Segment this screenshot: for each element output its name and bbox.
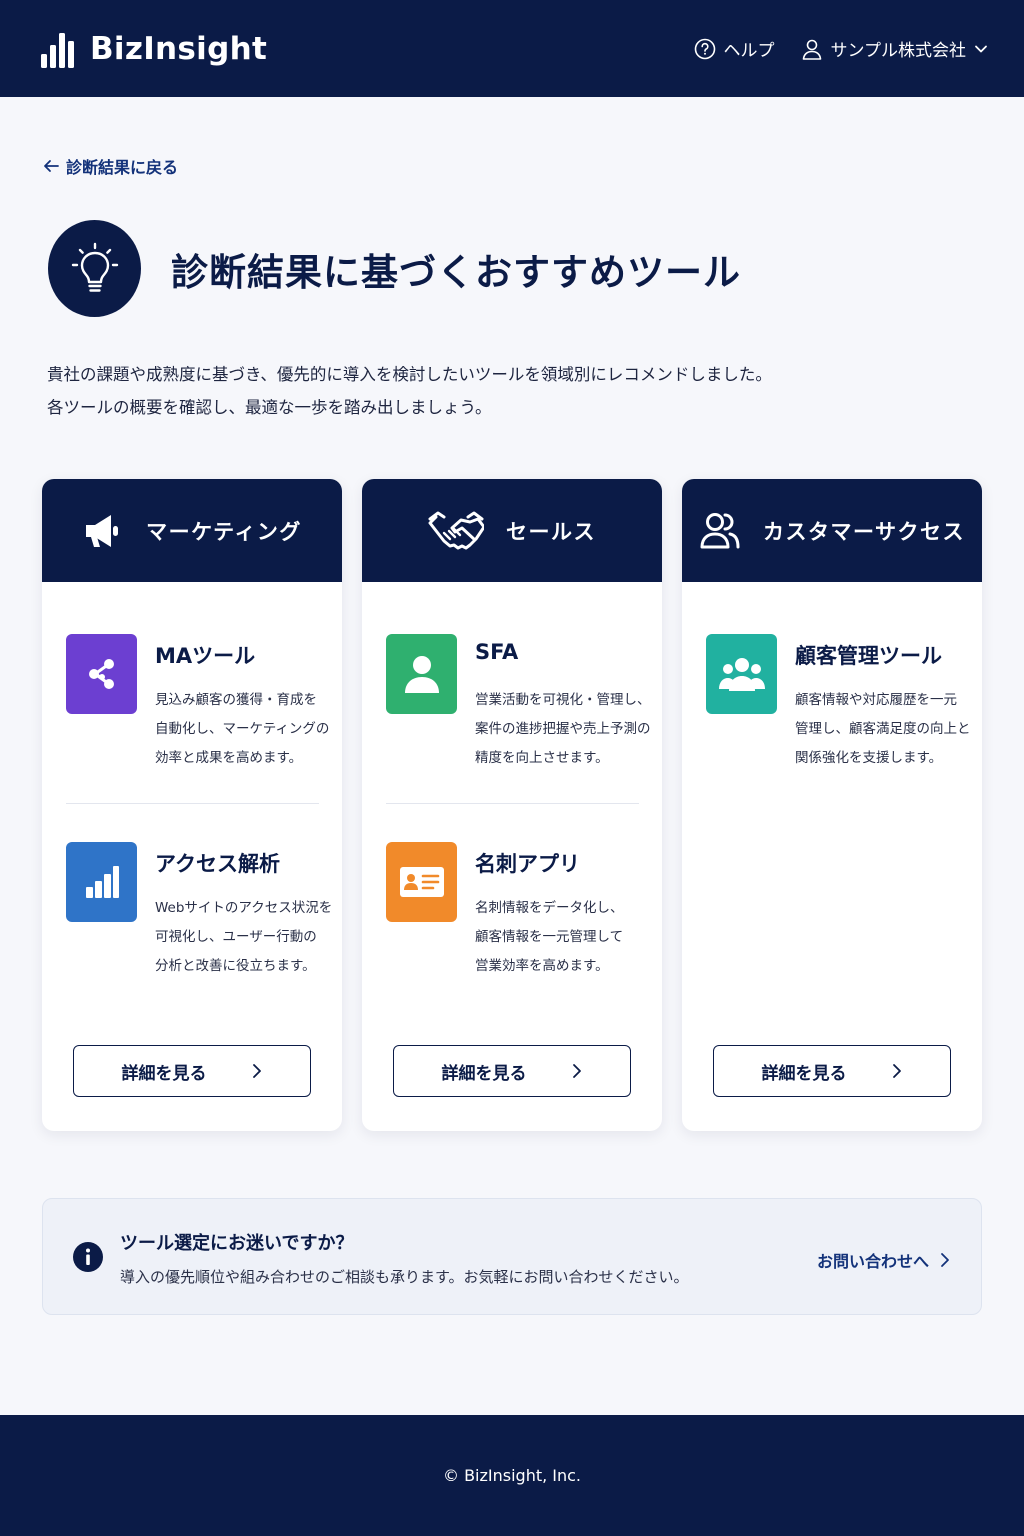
person-icon xyxy=(386,634,457,714)
account-label: サンプル株式会社 xyxy=(830,41,967,61)
contact-link-label: お問い合わせへ xyxy=(816,1252,929,1271)
intro-text: 貴社の課題や成熟度に基づき、優先的に導入を検討したいツールを領域別にレコメンドし… xyxy=(47,358,772,424)
group-icon xyxy=(706,634,777,714)
bar-chart-logo-icon xyxy=(41,32,74,68)
back-to-results-link[interactable]: 診断結果に戻る xyxy=(42,154,178,178)
card-sales: セールス SFA 営業活動を可視化・管理し、 案件の進捗把握や売上予測の 精度を… xyxy=(362,479,662,1131)
card-title-customer-success: カスタマーサクセス xyxy=(762,519,966,544)
details-button-customer-success[interactable]: 詳細を見る xyxy=(713,1045,951,1097)
intro-line-2: 各ツールの概要を確認し、最適な一歩を踏み出しましょう。 xyxy=(47,398,492,417)
tool-name: 顧客管理ツール xyxy=(795,644,942,668)
megaphone-icon xyxy=(86,514,119,547)
users-icon xyxy=(700,512,740,548)
brand-logo[interactable]: BizInsight xyxy=(40,28,267,70)
back-link-label: 診断結果に戻る xyxy=(66,158,179,177)
help-label: ヘルプ xyxy=(723,41,775,61)
details-button-sales[interactable]: 詳細を見る xyxy=(393,1045,631,1097)
tool-name: SFA xyxy=(475,640,519,664)
card-header-sales: セールス xyxy=(362,479,662,582)
tool-name: MAツール xyxy=(155,644,256,668)
tool-description: 営業活動を可視化・管理し、 案件の進捗把握や売上予測の 精度を向上させます。 xyxy=(475,692,651,766)
chevron-right-icon xyxy=(892,1064,901,1078)
consultation-banner: ツール選定にお迷いですか？ 導入の優先順位や組み合わせのご相談も承ります。お気軽… xyxy=(42,1198,982,1315)
tool-name: 名刺アプリ xyxy=(475,852,580,876)
card-header-customer-success: カスタマーサクセス xyxy=(682,479,982,582)
intro-line-1: 貴社の課題や成熟度に基づき、優先的に導入を検討したいツールを領域別にレコメンドし… xyxy=(47,365,772,384)
arrow-left-icon xyxy=(44,160,59,172)
card-header-marketing: マーケティング xyxy=(42,479,342,582)
chevron-right-icon xyxy=(572,1064,581,1078)
lightbulb-badge xyxy=(48,220,141,317)
chevron-down-icon xyxy=(975,45,987,52)
tool-description: Webサイトのアクセス状況を 可視化し、ユーザー行動の 分析と改善に役立ちます。 xyxy=(155,900,333,974)
tool-description: 顧客情報や対応履歴を一元 管理し、顧客満足度の向上と 関係強化を支援します。 xyxy=(795,692,971,766)
card-divider xyxy=(386,803,639,804)
user-icon xyxy=(802,39,821,60)
card-customer-success: カスタマーサクセス 顧客管理ツール 顧客情報や対応履歴を一元 管理し、顧客満足度… xyxy=(682,479,982,1131)
chevron-right-icon xyxy=(941,1253,949,1267)
lightbulb-icon xyxy=(71,242,118,292)
footer: © BizInsight, Inc. xyxy=(0,1415,1024,1536)
card-title-sales: セールス xyxy=(506,519,596,544)
tool-name: アクセス解析 xyxy=(155,852,280,876)
page-title-row: 診断結果に基づくおすすめツール xyxy=(48,220,741,317)
contact-link[interactable]: お問い合わせへ xyxy=(817,1248,951,1272)
help-link[interactable]: ヘルプ xyxy=(694,36,775,61)
question-circle-icon xyxy=(694,38,715,59)
brand-name: BizInsight xyxy=(90,30,268,67)
tool-description: 見込み顧客の獲得・育成を 自動化し、マーケティングの 効率と成果を高めます。 xyxy=(155,692,330,766)
account-menu[interactable]: サンプル株式会社 xyxy=(801,36,989,61)
banner-text: 導入の優先順位や組み合わせのご相談も承ります。お気軽にお問い合わせください。 xyxy=(120,1268,689,1286)
details-button-label: 詳細を見る xyxy=(441,1063,527,1084)
bar-chart-icon xyxy=(66,842,137,922)
chevron-right-icon xyxy=(252,1064,261,1078)
card-divider xyxy=(66,803,319,804)
tool-description: 名刺情報をデータ化し、 顧客情報を一元管理して 営業効率を高めます。 xyxy=(475,900,624,974)
details-button-label: 詳細を見る xyxy=(761,1063,847,1084)
details-button-label: 詳細を見る xyxy=(121,1063,207,1084)
network-icon xyxy=(66,634,137,714)
business-card-icon xyxy=(386,842,457,922)
card-marketing: マーケティング MAツール 見込み顧客の獲得・育成を 自動化し、マーケティングの… xyxy=(42,479,342,1131)
copyright-text: © BizInsight, Inc. xyxy=(442,1466,582,1485)
handshake-icon xyxy=(428,511,484,549)
info-icon xyxy=(73,1242,103,1272)
details-button-marketing[interactable]: 詳細を見る xyxy=(73,1045,311,1097)
top-header: BizInsight ヘルプ サンプル株式会社 xyxy=(0,0,1024,97)
banner-title: ツール選定にお迷いですか？ xyxy=(120,1233,354,1254)
page-title: 診断結果に基づくおすすめツール xyxy=(171,250,741,294)
card-title-marketing: マーケティング xyxy=(146,519,302,544)
